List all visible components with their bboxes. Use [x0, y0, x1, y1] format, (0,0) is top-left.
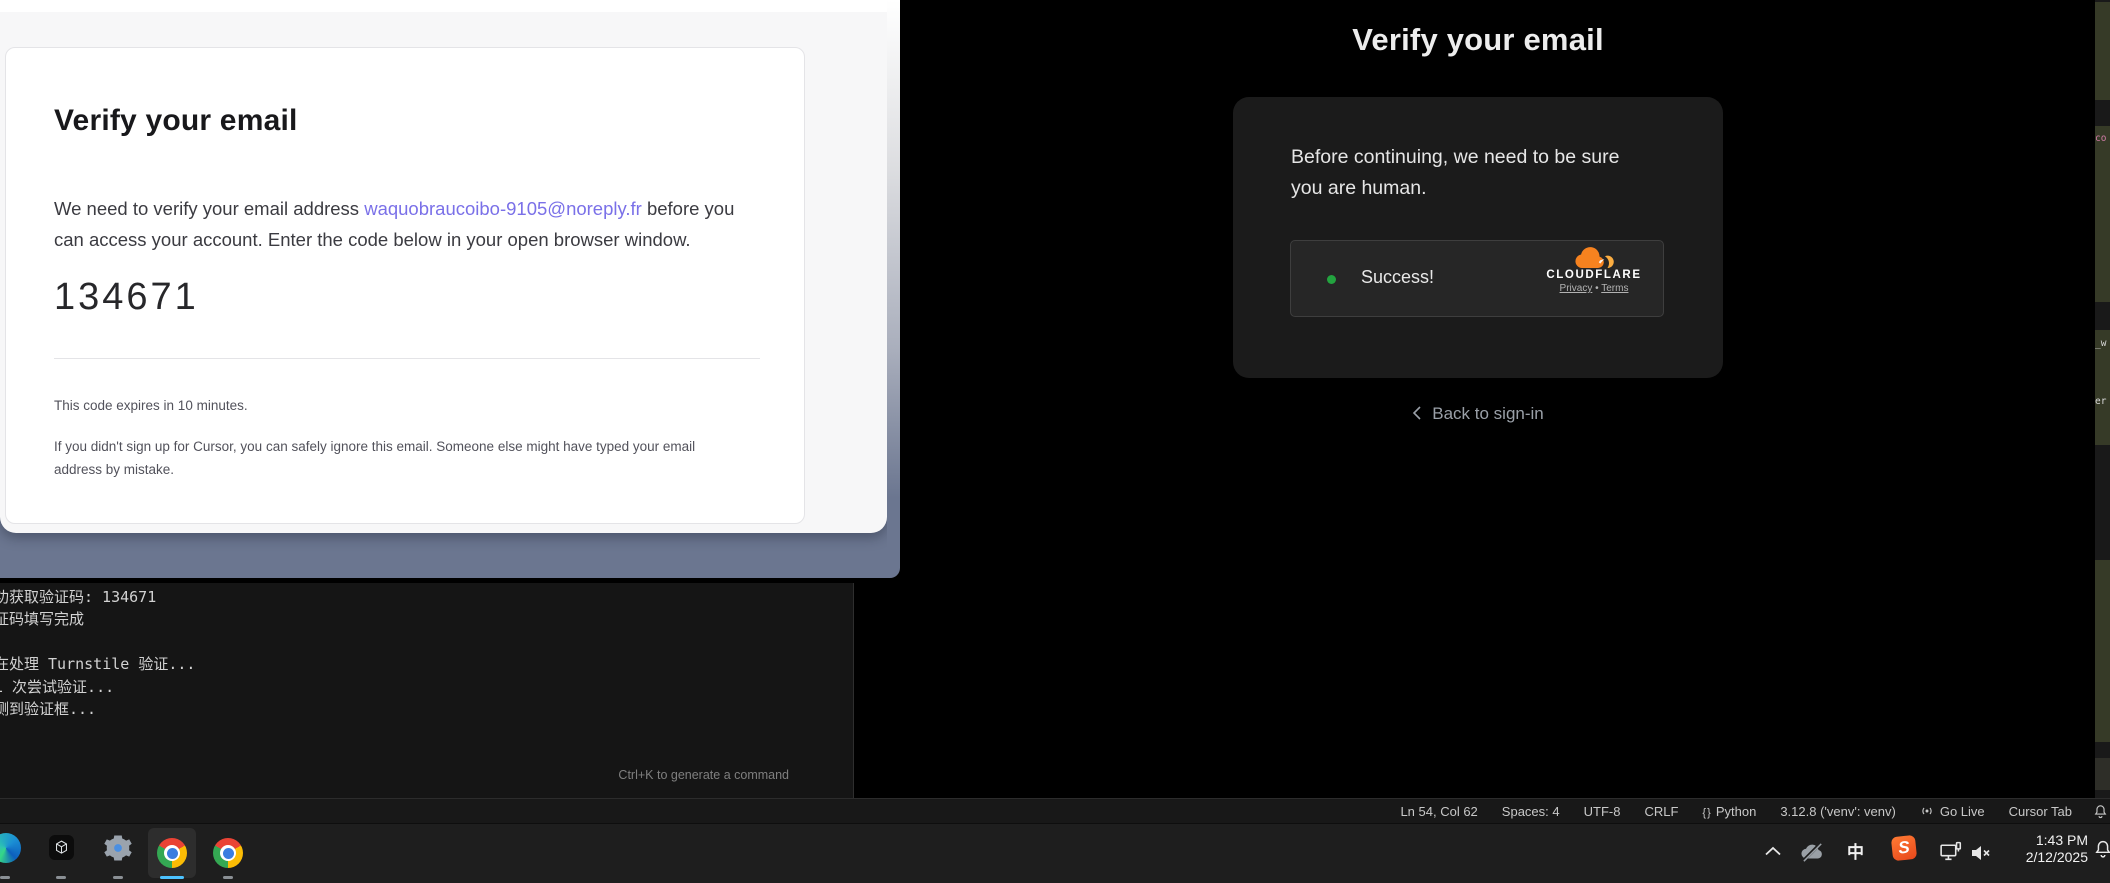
- terminal-ctrlk-hint: Ctrl+K to generate a command: [618, 768, 789, 782]
- gear-icon: [103, 833, 133, 863]
- windows-taskbar: 中 S 1:43 PM 2/12/2025: [0, 823, 2110, 883]
- email-body-prefix: We need to verify your email address: [54, 198, 364, 219]
- back-to-sign-in[interactable]: Back to sign-in: [900, 404, 2056, 424]
- edge-icon: [0, 833, 21, 863]
- terminal-panel[interactable]: 功获取验证码: 134671 证码填写完成 在处理 Turnstile 验证..…: [0, 583, 854, 798]
- terms-link[interactable]: Terms: [1601, 283, 1628, 294]
- terminal-line: 测到验证框...: [0, 698, 195, 720]
- taskbar-chrome-active-icon[interactable]: [157, 838, 187, 868]
- status-encoding[interactable]: UTF-8: [1584, 804, 1621, 819]
- status-indentation[interactable]: Spaces: 4: [1502, 804, 1560, 819]
- cloudflare-brand-block: CLOUDFLARE Privacy • Terms: [1539, 247, 1649, 294]
- tray-volume-icon[interactable]: [1968, 841, 1992, 870]
- page-title: Verify your email: [900, 22, 2056, 58]
- desktop-screen: Verify your email We need to verify your…: [0, 0, 2110, 883]
- cube-app-icon: [49, 835, 74, 860]
- editor-text-fragment: _w: [2095, 338, 2106, 349]
- status-python-interpreter[interactable]: 3.12.8 ('venv': venv): [1780, 804, 1896, 819]
- taskbar-chrome-secondary-icon[interactable]: [213, 838, 243, 868]
- cloudflare-turnstile-widget[interactable]: Success! CLOUDFLARE Privacy • Terms: [1290, 240, 1664, 317]
- terminal-line: 1 次尝试验证...: [0, 676, 195, 698]
- cloudflare-wordmark: CLOUDFLARE: [1539, 269, 1649, 281]
- verification-code: 134671: [54, 276, 199, 319]
- s-letter-icon: S: [1891, 835, 1917, 861]
- human-check-card: Before continuing, we need to be sure yo…: [1233, 97, 1723, 378]
- email-window-top-strip: [0, 0, 887, 12]
- turnstile-legal-links: Privacy • Terms: [1539, 283, 1649, 294]
- terminal-line: 功获取验证码: 134671: [0, 586, 195, 608]
- email-address-link[interactable]: waquobraucoibo-9105@noreply.fr: [364, 198, 642, 219]
- privacy-link[interactable]: Privacy: [1560, 283, 1593, 294]
- cube-glyph: [53, 839, 70, 856]
- email-card: Verify your email We need to verify your…: [5, 47, 805, 524]
- active-indicator-pill: [160, 876, 184, 879]
- go-live-label: Go Live: [1940, 804, 1985, 819]
- terminal-line: 在处理 Turnstile 验证...: [0, 653, 195, 675]
- browser-verify-page: Verify your email Before continuing, we …: [900, 0, 2095, 798]
- email-title: Verify your email: [54, 104, 298, 138]
- taskbar-clock[interactable]: 1:43 PM 2/12/2025: [1996, 832, 2088, 865]
- clock-time: 1:43 PM: [1996, 832, 2088, 849]
- notifications-bell-icon[interactable]: [2092, 803, 2109, 820]
- chrome-icon: [213, 838, 243, 868]
- notification-bell-dnd-icon[interactable]: [2092, 838, 2110, 860]
- editor-text-fragment: er: [2095, 396, 2106, 407]
- speaker-muted-icon: [1968, 841, 1992, 865]
- tray-onedrive-icon[interactable]: [1799, 839, 1825, 870]
- broadcast-icon: [1920, 804, 1934, 818]
- monitor-plug-icon: [1938, 839, 1963, 864]
- human-check-prompt: Before continuing, we need to be sure yo…: [1291, 142, 1643, 204]
- success-dot-icon: [1327, 275, 1336, 284]
- email-page-background: Verify your email We need to verify your…: [0, 0, 887, 533]
- tray-sogou-icon[interactable]: S: [1892, 836, 1916, 860]
- code-expiry-note: This code expires in 10 minutes.: [54, 398, 248, 413]
- clock-date: 2/12/2025: [1996, 849, 2088, 866]
- cloud-slash-icon: [1799, 839, 1825, 865]
- back-link-label[interactable]: Back to sign-in: [1432, 404, 1544, 423]
- taskbar-settings-icon[interactable]: [103, 833, 133, 863]
- status-eol[interactable]: CRLF: [1644, 804, 1678, 819]
- email-disclaimer: If you didn't sign up for Cursor, you ca…: [54, 436, 732, 481]
- terminal-output: 功获取验证码: 134671 证码填写完成 在处理 Turnstile 验证..…: [0, 586, 195, 720]
- status-line-col[interactable]: Ln 54, Col 62: [1400, 804, 1477, 819]
- ide-status-bar: Ln 54, Col 62 Spaces: 4 UTF-8 CRLF Pytho…: [0, 798, 2110, 823]
- chevron-up-icon: [1764, 845, 1782, 857]
- chrome-icon: [157, 838, 187, 868]
- turnstile-status: Success!: [1361, 267, 1434, 288]
- tray-network-icon[interactable]: [1938, 839, 1963, 869]
- tray-ime-indicator[interactable]: 中: [1847, 838, 1864, 863]
- language-label: Python: [1716, 804, 1756, 819]
- taskbar-edge-icon[interactable]: [0, 833, 21, 863]
- email-window-right-edge: [887, 0, 900, 566]
- running-indicator-pill: [223, 876, 233, 879]
- legal-separator: •: [1595, 283, 1599, 294]
- email-divider: [54, 358, 760, 359]
- email-viewer-window: Verify your email We need to verify your…: [0, 0, 900, 578]
- braces-icon: [1702, 804, 1709, 819]
- editor-selection-block: [2095, 126, 2110, 302]
- running-indicator-pill: [56, 876, 66, 879]
- terminal-line: 证码填写完成: [0, 608, 195, 630]
- editor-selection-block: [2095, 560, 2110, 742]
- status-cursor-tab[interactable]: Cursor Tab: [2009, 804, 2072, 819]
- status-go-live[interactable]: Go Live: [1920, 804, 1985, 819]
- running-indicator-pill: [113, 876, 123, 879]
- background-editor-sliver: co _w er: [2095, 0, 2110, 798]
- email-body-text: We need to verify your email address waq…: [54, 194, 754, 255]
- taskbar-cube-app-icon[interactable]: [49, 835, 74, 860]
- editor-text-fragment: co: [2095, 133, 2106, 144]
- tray-show-hidden-icons[interactable]: [1764, 844, 1782, 862]
- chevron-left-icon: [1412, 406, 1422, 420]
- cloudflare-cloud-icon: [1571, 247, 1617, 271]
- running-indicator-pill: [0, 876, 10, 879]
- editor-scrollbar-thumb[interactable]: [2095, 758, 2110, 790]
- status-language-mode[interactable]: Python: [1702, 804, 1756, 819]
- terminal-line: [0, 631, 195, 653]
- editor-selection-block: [2095, 2, 2110, 100]
